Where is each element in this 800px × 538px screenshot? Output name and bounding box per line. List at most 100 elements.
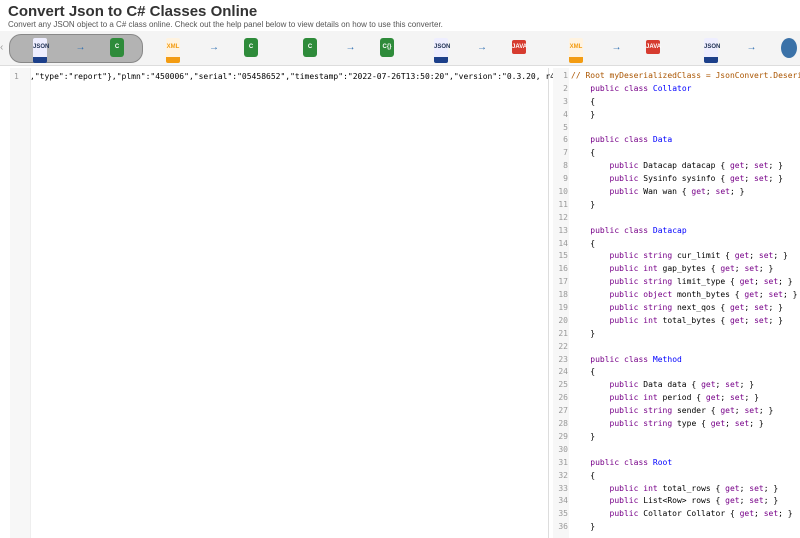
line-number: 36 — [558, 522, 568, 532]
code-line: 9 public Sysinfo sysinfo { get; set; } — [553, 173, 800, 186]
code-text: public int period { get; set; } — [609, 393, 759, 403]
code-line: 28 public string type { get; set; } — [553, 418, 800, 431]
python-icon[interactable] — [781, 38, 797, 58]
code-text: public class Method — [590, 354, 682, 364]
line-number: 17 — [558, 277, 568, 287]
json-icon[interactable]: JSON — [434, 38, 450, 63]
json-input-editor[interactable]: 1 ,"type":"report"},"plmn":"450006","ser… — [10, 68, 656, 538]
code-line: 29 } — [553, 431, 800, 444]
line-number: 15 — [558, 251, 568, 261]
code-line: 3 { — [553, 96, 800, 109]
code-line: 32 { — [553, 470, 800, 483]
line-number: 13 — [558, 225, 568, 235]
line-number: 7 — [563, 148, 568, 158]
code-line: 26 public int period { get; set; } — [553, 392, 800, 405]
line-number: 32 — [558, 470, 568, 480]
arrow-right-icon: → — [746, 42, 757, 53]
code-line: 6 public class Data — [553, 134, 800, 147]
code-text: public List<Row> rows { get; set; } — [609, 496, 779, 506]
code-text: } — [571, 328, 596, 338]
java-icon[interactable]: JAVA — [646, 40, 661, 54]
code-text: public string next_qos { get; set; } — [609, 303, 783, 313]
code-line: 22 — [553, 341, 800, 354]
line-number: 1 — [14, 72, 19, 81]
code-text: { — [571, 238, 596, 248]
code-text: } — [571, 109, 596, 119]
line-number: 16 — [558, 264, 568, 274]
code-line: 20 public int total_bytes { get; set; } — [553, 315, 800, 328]
code-text: public string type { get; set; } — [609, 419, 764, 429]
csharp-icon[interactable]: C — [303, 38, 317, 57]
line-number: 21 — [558, 328, 568, 338]
code-text: public class Datacap — [590, 225, 687, 235]
java-icon[interactable]: JAVA — [512, 40, 527, 54]
line-number: 20 — [558, 315, 568, 325]
xml-icon[interactable]: XML — [166, 38, 180, 63]
code-line: 24 { — [553, 366, 800, 379]
input-gutter — [10, 68, 31, 538]
code-text: public string cur_limit { get; set; } — [609, 251, 788, 261]
code-line: 1// Root myDeserializedClass = JsonConve… — [553, 70, 800, 83]
code-text: public Wan wan { get; set; } — [609, 187, 745, 197]
code-line: 23 public class Method — [553, 354, 800, 367]
line-number: 4 — [563, 109, 568, 119]
code-line: 5 — [553, 122, 800, 135]
code-text: public class Data — [590, 135, 673, 145]
code-text: public class Collator — [590, 83, 692, 93]
code-line: 36 } — [553, 521, 800, 534]
code-line: 2 public class Collator — [553, 83, 800, 96]
csharp-icon[interactable]: C — [244, 38, 258, 57]
code-line: 21 } — [553, 328, 800, 341]
line-number: 2 — [563, 83, 568, 93]
code-text: public class Root — [590, 457, 673, 467]
line-number: 29 — [558, 431, 568, 441]
code-text: } — [571, 522, 596, 532]
line-number: 10 — [558, 187, 568, 197]
line-number: 8 — [563, 161, 568, 171]
line-number: 31 — [558, 457, 568, 467]
code-line: 14 { — [553, 238, 800, 251]
code-text: public int total_bytes { get; set; } — [609, 315, 783, 325]
code-text: public object month_bytes { get; set; } — [609, 290, 798, 300]
code-text: public int gap_bytes { get; set; } — [609, 264, 774, 274]
code-text: } — [571, 199, 596, 209]
json-icon[interactable]: JSON — [33, 38, 49, 63]
code-line: 30 — [553, 444, 800, 457]
xml-icon[interactable]: XML — [569, 38, 583, 63]
code-line: 25 public Data data { get; set; } — [553, 379, 800, 392]
scroll-left-icon[interactable]: ‹ — [0, 42, 3, 53]
code-line: 17 public string limit_type { get; set; … — [553, 276, 800, 289]
code-line: 10 public Wan wan { get; set; } — [553, 186, 800, 199]
code-text: { — [571, 367, 596, 377]
code-line: 27 public string sender { get; set; } — [553, 405, 800, 418]
code-line: 12 — [553, 212, 800, 225]
page-subtitle: Convert any JSON object to a C# class on… — [8, 20, 443, 29]
code-line: 4 } — [553, 109, 800, 122]
code-text: public Datacap datacap { get; set; } — [609, 161, 783, 171]
code-line: 33 public int total_rows { get; set; } — [553, 483, 800, 496]
code-text: public Collator Collator { get; set; } — [609, 509, 793, 519]
line-number: 12 — [558, 212, 568, 222]
code-line: 15 public string cur_limit { get; set; } — [553, 250, 800, 263]
csharp-output-editor[interactable]: 1// Root myDeserializedClass = JsonConve… — [553, 68, 800, 538]
line-number: 34 — [558, 496, 568, 506]
code-text: public string limit_type { get; set; } — [609, 277, 793, 287]
line-number: 9 — [563, 174, 568, 184]
code-text: { — [571, 96, 596, 106]
line-number: 11 — [558, 199, 568, 209]
json-icon[interactable]: JSON — [704, 38, 720, 63]
csharp-json-icon[interactable]: C{} — [380, 38, 394, 57]
line-number: 30 — [558, 444, 568, 454]
line-number: 24 — [558, 367, 568, 377]
code-text: public Sysinfo sysinfo { get; set; } — [609, 174, 783, 184]
line-number: 19 — [558, 303, 568, 313]
line-number: 23 — [558, 354, 568, 364]
code-text: public string sender { get; set; } — [609, 406, 774, 416]
csharp-icon[interactable]: C — [110, 38, 124, 57]
code-line: 18 public object month_bytes { get; set;… — [553, 289, 800, 302]
arrow-right-icon: → — [75, 42, 86, 53]
arrow-right-icon: → — [345, 42, 356, 53]
code-line: 16 public int gap_bytes { get; set; } — [553, 263, 800, 276]
page-title: Convert Json to C# Classes Online — [8, 3, 258, 20]
code-text: // Root myDeserializedClass = JsonConver… — [571, 71, 800, 80]
